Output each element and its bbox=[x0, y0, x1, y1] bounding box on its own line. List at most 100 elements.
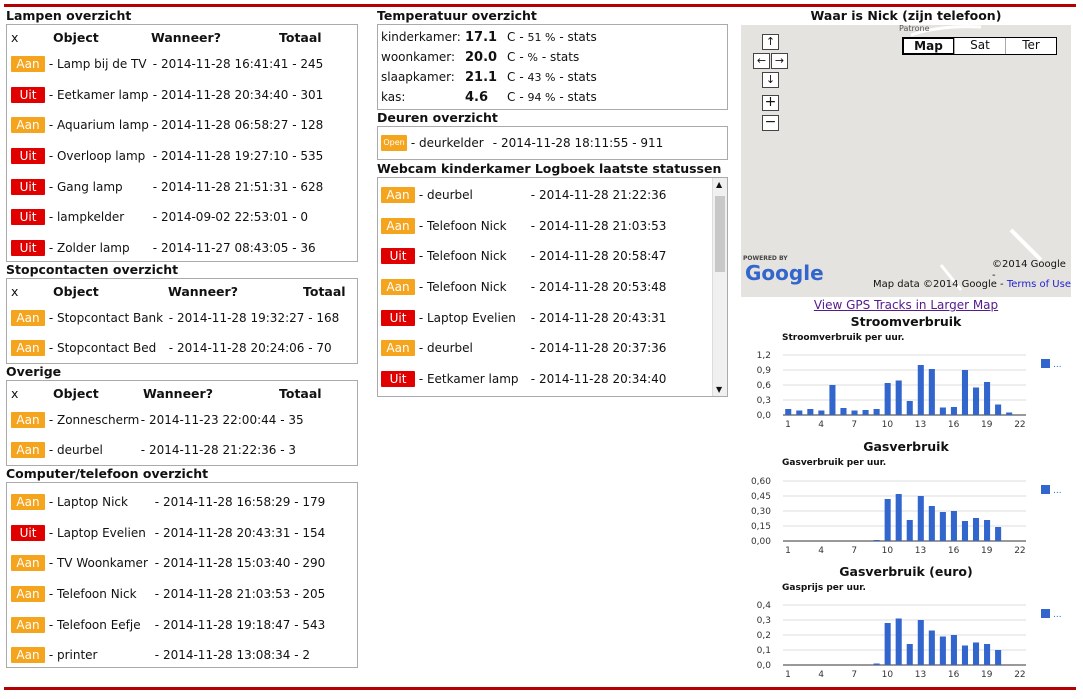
stats-link[interactable]: stats bbox=[550, 50, 579, 64]
map-type-ter[interactable]: Ter bbox=[1005, 38, 1056, 54]
status-badge[interactable]: Uit bbox=[11, 86, 45, 103]
status-badge[interactable]: Uit bbox=[381, 309, 415, 326]
status-badge[interactable]: Uit bbox=[11, 209, 45, 226]
bar[interactable] bbox=[950, 407, 957, 415]
bar[interactable] bbox=[995, 650, 1002, 665]
temperature-row: kas: 4.6 C - 94 % - stats bbox=[381, 87, 727, 107]
status-badge[interactable]: Aan bbox=[11, 494, 45, 511]
object-name: Zolder lamp bbox=[56, 240, 130, 255]
scroll-down-icon[interactable]: ▼ bbox=[716, 385, 722, 394]
status-badge[interactable]: Aan bbox=[381, 217, 415, 234]
bar[interactable] bbox=[984, 382, 991, 415]
pan-left-icon[interactable]: ← bbox=[753, 53, 770, 69]
bar[interactable] bbox=[796, 410, 803, 416]
status-badge[interactable]: Aan bbox=[11, 616, 45, 633]
status-badge[interactable]: Aan bbox=[11, 56, 45, 73]
status-badge[interactable]: Uit bbox=[11, 148, 45, 165]
scroll-thumb[interactable] bbox=[715, 196, 725, 272]
status-badge[interactable]: Aan bbox=[11, 442, 45, 458]
map-type-map[interactable]: Map bbox=[903, 38, 954, 54]
bar[interactable] bbox=[917, 496, 924, 541]
bar[interactable] bbox=[884, 383, 891, 415]
bar[interactable] bbox=[950, 635, 957, 665]
bar[interactable] bbox=[939, 407, 946, 416]
map-view[interactable]: Patrone ↑ ← → ↓ + − Map Sat Ter POWERED … bbox=[741, 25, 1071, 297]
map-type-sat[interactable]: Sat bbox=[954, 38, 1005, 54]
bar[interactable] bbox=[950, 511, 957, 541]
status-badge[interactable]: Uit bbox=[11, 239, 45, 256]
zoom-out-icon[interactable]: − bbox=[762, 115, 779, 131]
gps-tracks-link[interactable]: View GPS Tracks in Larger Map bbox=[741, 298, 1071, 312]
bar[interactable] bbox=[906, 520, 913, 541]
status-badge[interactable]: Aan bbox=[381, 187, 415, 204]
bar[interactable] bbox=[972, 642, 980, 666]
stats-link[interactable]: stats bbox=[567, 90, 596, 104]
bar[interactable] bbox=[906, 644, 913, 665]
separator: - bbox=[148, 57, 161, 72]
bar[interactable] bbox=[984, 644, 991, 665]
bar[interactable] bbox=[917, 620, 924, 665]
computer-row: Aan - Telefoon Nick - 2014-11-28 21:03:5… bbox=[11, 579, 357, 610]
bar[interactable] bbox=[873, 409, 880, 415]
bar[interactable] bbox=[995, 527, 1002, 541]
status-badge[interactable]: Open bbox=[381, 135, 407, 151]
bar[interactable] bbox=[884, 499, 891, 541]
bar[interactable] bbox=[984, 520, 991, 541]
status-badge[interactable]: Uit bbox=[381, 370, 415, 387]
bar[interactable] bbox=[928, 506, 935, 541]
status-badge[interactable]: Aan bbox=[11, 117, 45, 134]
status-badge[interactable]: Aan bbox=[11, 412, 45, 428]
zoom-in-icon[interactable]: + bbox=[762, 95, 779, 111]
stats-link[interactable]: stats bbox=[567, 30, 596, 44]
status-badge[interactable]: Aan bbox=[11, 310, 45, 326]
scroll-up-icon[interactable]: ▲ bbox=[716, 180, 722, 189]
status-badge[interactable]: Aan bbox=[11, 340, 45, 356]
bar[interactable] bbox=[862, 410, 869, 415]
terms-of-use-link[interactable]: Terms of Use bbox=[1007, 279, 1071, 290]
bar[interactable] bbox=[939, 636, 946, 666]
bar[interactable] bbox=[807, 409, 814, 415]
separator: - bbox=[150, 648, 163, 663]
bar[interactable] bbox=[961, 370, 969, 415]
bar[interactable] bbox=[906, 401, 913, 415]
total-count: 0 bbox=[300, 210, 308, 225]
bar[interactable] bbox=[785, 409, 792, 415]
bar[interactable] bbox=[829, 385, 836, 415]
bar[interactable] bbox=[917, 365, 924, 415]
status-badge[interactable]: Aan bbox=[381, 340, 415, 357]
bar[interactable] bbox=[873, 540, 880, 541]
status-badge[interactable]: Uit bbox=[11, 178, 45, 195]
webcam-scrollbar[interactable]: ▲ ▼ bbox=[712, 178, 727, 396]
bar[interactable] bbox=[961, 521, 969, 541]
bar[interactable] bbox=[851, 410, 858, 416]
bar[interactable] bbox=[895, 494, 902, 541]
pan-down-icon[interactable]: ↓ bbox=[762, 72, 779, 88]
bar[interactable] bbox=[884, 623, 891, 665]
bar[interactable] bbox=[995, 404, 1002, 416]
bar[interactable] bbox=[961, 645, 969, 666]
status-badge[interactable]: Aan bbox=[11, 586, 45, 603]
bar[interactable] bbox=[895, 380, 902, 416]
x-tick-label: 10 bbox=[882, 546, 894, 556]
pan-right-icon[interactable]: → bbox=[771, 53, 788, 69]
pan-up-icon[interactable]: ↑ bbox=[762, 34, 779, 50]
bar[interactable] bbox=[840, 408, 847, 415]
stats-link[interactable]: stats bbox=[567, 70, 596, 84]
status-badge[interactable]: Aan bbox=[11, 647, 45, 664]
bar[interactable] bbox=[928, 630, 935, 666]
bar[interactable] bbox=[895, 618, 902, 666]
bar[interactable] bbox=[972, 387, 980, 416]
bar[interactable] bbox=[1006, 412, 1013, 416]
status-badge[interactable]: Aan bbox=[381, 279, 415, 296]
bar[interactable] bbox=[972, 518, 980, 541]
status-badge[interactable]: Uit bbox=[381, 248, 415, 265]
bar[interactable] bbox=[818, 410, 825, 416]
bar[interactable] bbox=[928, 369, 935, 415]
status-badge[interactable]: Aan bbox=[11, 555, 45, 572]
bar[interactable] bbox=[939, 512, 946, 541]
separator: - bbox=[290, 556, 303, 571]
map-copyright: ©2014 Google - bbox=[992, 259, 1066, 281]
bar[interactable] bbox=[873, 663, 880, 666]
timestamp: 2014-11-28 21:03:53 bbox=[538, 218, 667, 233]
status-badge[interactable]: Uit bbox=[11, 524, 45, 541]
